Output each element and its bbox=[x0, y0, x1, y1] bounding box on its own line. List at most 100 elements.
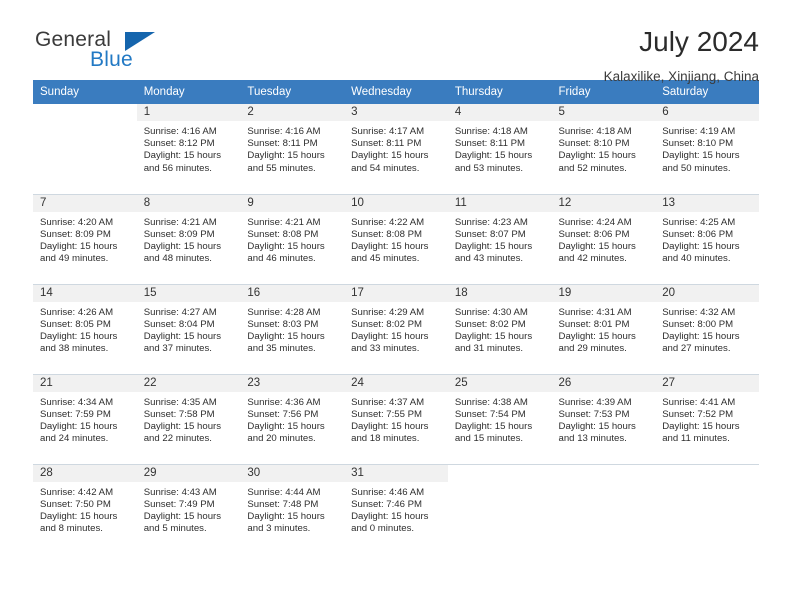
day-cell[interactable]: 6 Sunrise: 4:19 AM Sunset: 8:10 PM Dayli… bbox=[655, 104, 759, 195]
day-cell[interactable]: 16 Sunrise: 4:28 AM Sunset: 8:03 PM Dayl… bbox=[240, 284, 345, 375]
day-cell[interactable]: 31 Sunrise: 4:46 AM Sunset: 7:46 PM Dayl… bbox=[344, 464, 448, 554]
day-cell[interactable]: 24 Sunrise: 4:37 AM Sunset: 7:55 PM Dayl… bbox=[344, 374, 448, 465]
day-cell[interactable]: 10 Sunrise: 4:22 AM Sunset: 8:08 PM Dayl… bbox=[344, 194, 448, 285]
day-number: 17 bbox=[344, 284, 448, 302]
day-cell[interactable]: 20 Sunrise: 4:32 AM Sunset: 8:00 PM Dayl… bbox=[655, 284, 759, 375]
page-header: General Blue July 2024 Kalaxilike, Xinji… bbox=[33, 0, 759, 84]
day-info: Sunrise: 4:16 AM Sunset: 8:12 PM Dayligh… bbox=[137, 121, 241, 175]
day-number: 28 bbox=[33, 464, 137, 482]
daylight-text: Daylight: 15 hours and 48 minutes. bbox=[143, 240, 222, 265]
day-number: 23 bbox=[240, 374, 345, 392]
day-cell[interactable]: 1 Sunrise: 4:16 AM Sunset: 8:12 PM Dayli… bbox=[136, 104, 241, 195]
day-cell[interactable]: 22 Sunrise: 4:35 AM Sunset: 7:58 PM Dayl… bbox=[136, 374, 241, 465]
sunset-text: Sunset: 7:50 PM bbox=[40, 498, 111, 510]
day-cell[interactable]: 29 Sunrise: 4:43 AM Sunset: 7:49 PM Dayl… bbox=[136, 464, 241, 554]
sunrise-sunset-calendar: Sunday Monday Tuesday Wednesday Thursday… bbox=[33, 80, 759, 554]
day-cell[interactable]: 4 Sunrise: 4:18 AM Sunset: 8:11 PM Dayli… bbox=[447, 104, 552, 195]
day-cell[interactable]: 17 Sunrise: 4:29 AM Sunset: 8:02 PM Dayl… bbox=[344, 284, 448, 375]
sunrise-text: Sunrise: 4:19 AM bbox=[662, 126, 736, 137]
sunset-text: Sunset: 8:06 PM bbox=[558, 228, 630, 240]
sunset-text: Sunset: 8:08 PM bbox=[351, 228, 423, 240]
sunrise-text: Sunrise: 4:29 AM bbox=[351, 306, 425, 318]
day-info: Sunrise: 4:42 AM Sunset: 7:50 PM Dayligh… bbox=[33, 482, 137, 536]
calendar-body: 1 Sunrise: 4:16 AM Sunset: 8:12 PM Dayli… bbox=[33, 104, 759, 554]
sunrise-text: Sunrise: 4:36 AM bbox=[247, 396, 321, 408]
daylight-text: Daylight: 15 hours and 8 minutes. bbox=[40, 510, 118, 535]
day-cell[interactable]: 21 Sunrise: 4:34 AM Sunset: 7:59 PM Dayl… bbox=[33, 374, 137, 465]
sunset-text: Sunset: 8:11 PM bbox=[454, 138, 526, 150]
daylight-text: Daylight: 15 hours and 15 minutes. bbox=[454, 420, 533, 445]
day-number: 5 bbox=[551, 104, 656, 121]
daylight-text: Daylight: 15 hours and 56 minutes. bbox=[143, 150, 222, 174]
day-number: 8 bbox=[136, 194, 241, 212]
day-number: 9 bbox=[240, 194, 345, 212]
day-cell[interactable]: 8 Sunrise: 4:21 AM Sunset: 8:09 PM Dayli… bbox=[136, 194, 241, 285]
daylight-text: Daylight: 15 hours and 42 minutes. bbox=[558, 240, 636, 265]
day-info: Sunrise: 4:16 AM Sunset: 8:11 PM Dayligh… bbox=[240, 121, 344, 175]
day-info: Sunrise: 4:32 AM Sunset: 8:00 PM Dayligh… bbox=[655, 302, 759, 356]
day-info: Sunrise: 4:31 AM Sunset: 8:01 PM Dayligh… bbox=[552, 302, 656, 356]
day-info: Sunrise: 4:46 AM Sunset: 7:46 PM Dayligh… bbox=[344, 482, 448, 536]
daylight-text: Daylight: 15 hours and 0 minutes. bbox=[351, 510, 429, 535]
day-info: Sunrise: 4:36 AM Sunset: 7:56 PM Dayligh… bbox=[240, 392, 344, 446]
day-cell[interactable]: 26 Sunrise: 4:39 AM Sunset: 7:53 PM Dayl… bbox=[551, 374, 656, 465]
sunset-text: Sunset: 7:54 PM bbox=[454, 408, 526, 420]
sunrise-text: Sunrise: 4:22 AM bbox=[351, 216, 425, 228]
day-cell[interactable]: 9 Sunrise: 4:21 AM Sunset: 8:08 PM Dayli… bbox=[240, 194, 345, 285]
day-number: 14 bbox=[33, 284, 137, 302]
sunset-text: Sunset: 8:10 PM bbox=[558, 138, 630, 150]
day-info: Sunrise: 4:34 AM Sunset: 7:59 PM Dayligh… bbox=[33, 392, 137, 446]
day-info: Sunrise: 4:29 AM Sunset: 8:02 PM Dayligh… bbox=[344, 302, 448, 356]
sunrise-text: Sunrise: 4:18 AM bbox=[558, 126, 632, 137]
daylight-text: Daylight: 15 hours and 46 minutes. bbox=[247, 240, 325, 265]
logo-text-blue: Blue bbox=[90, 48, 133, 71]
day-cell[interactable]: 15 Sunrise: 4:27 AM Sunset: 8:04 PM Dayl… bbox=[136, 284, 241, 375]
sunrise-text: Sunrise: 4:25 AM bbox=[662, 216, 736, 228]
day-cell[interactable]: 28 Sunrise: 4:42 AM Sunset: 7:50 PM Dayl… bbox=[33, 464, 137, 554]
day-cell[interactable]: 30 Sunrise: 4:44 AM Sunset: 7:48 PM Dayl… bbox=[240, 464, 345, 554]
daylight-text: Daylight: 15 hours and 33 minutes. bbox=[351, 330, 429, 355]
daylight-text: Daylight: 15 hours and 11 minutes. bbox=[662, 420, 740, 445]
day-cell[interactable]: 13 Sunrise: 4:25 AM Sunset: 8:06 PM Dayl… bbox=[655, 194, 759, 285]
sunrise-text: Sunrise: 4:31 AM bbox=[558, 306, 632, 318]
day-cell[interactable]: 12 Sunrise: 4:24 AM Sunset: 8:06 PM Dayl… bbox=[551, 194, 656, 285]
daylight-text: Daylight: 15 hours and 22 minutes. bbox=[143, 420, 222, 445]
day-cell[interactable]: 5 Sunrise: 4:18 AM Sunset: 8:10 PM Dayli… bbox=[551, 104, 656, 195]
day-number: 6 bbox=[655, 104, 759, 121]
day-info: Sunrise: 4:18 AM Sunset: 8:10 PM Dayligh… bbox=[552, 121, 656, 175]
day-cell[interactable]: 27 Sunrise: 4:41 AM Sunset: 7:52 PM Dayl… bbox=[655, 374, 759, 465]
day-cell[interactable]: 19 Sunrise: 4:31 AM Sunset: 8:01 PM Dayl… bbox=[551, 284, 656, 375]
day-cell[interactable]: 2 Sunrise: 4:16 AM Sunset: 8:11 PM Dayli… bbox=[240, 104, 345, 195]
day-number: 26 bbox=[551, 374, 656, 392]
day-cell[interactable]: 3 Sunrise: 4:17 AM Sunset: 8:11 PM Dayli… bbox=[344, 104, 448, 195]
day-number: 16 bbox=[240, 284, 345, 302]
day-cell[interactable]: 23 Sunrise: 4:36 AM Sunset: 7:56 PM Dayl… bbox=[240, 374, 345, 465]
day-info: Sunrise: 4:43 AM Sunset: 7:49 PM Dayligh… bbox=[137, 482, 241, 536]
sunrise-text: Sunrise: 4:26 AM bbox=[40, 306, 114, 318]
day-number bbox=[551, 464, 656, 482]
sunset-text: Sunset: 8:06 PM bbox=[662, 228, 734, 240]
day-info: Sunrise: 4:22 AM Sunset: 8:08 PM Dayligh… bbox=[344, 212, 448, 266]
day-cell[interactable]: 11 Sunrise: 4:23 AM Sunset: 8:07 PM Dayl… bbox=[447, 194, 552, 285]
sunset-text: Sunset: 7:56 PM bbox=[247, 408, 319, 420]
daylight-text: Daylight: 15 hours and 54 minutes. bbox=[351, 150, 429, 174]
day-number: 4 bbox=[447, 104, 552, 121]
day-number bbox=[655, 464, 759, 482]
day-info: Sunrise: 4:21 AM Sunset: 8:09 PM Dayligh… bbox=[137, 212, 241, 266]
title-block: July 2024 Kalaxilike, Xinjiang, China bbox=[604, 26, 759, 84]
sunset-text: Sunset: 8:11 PM bbox=[247, 138, 318, 150]
general-blue-logo[interactable]: General Blue bbox=[33, 27, 163, 79]
day-cell[interactable]: 7 Sunrise: 4:20 AM Sunset: 8:09 PM Dayli… bbox=[33, 194, 137, 285]
sunset-text: Sunset: 7:58 PM bbox=[143, 408, 215, 420]
daylight-text: Daylight: 15 hours and 38 minutes. bbox=[40, 330, 118, 355]
day-cell[interactable]: 14 Sunrise: 4:26 AM Sunset: 8:05 PM Dayl… bbox=[33, 284, 137, 375]
sunrise-text: Sunrise: 4:32 AM bbox=[662, 306, 736, 318]
day-info: Sunrise: 4:30 AM Sunset: 8:02 PM Dayligh… bbox=[448, 302, 552, 356]
day-cell[interactable]: 18 Sunrise: 4:30 AM Sunset: 8:02 PM Dayl… bbox=[447, 284, 552, 375]
sunrise-text: Sunrise: 4:34 AM bbox=[40, 396, 114, 408]
week-row: 7 Sunrise: 4:20 AM Sunset: 8:09 PM Dayli… bbox=[33, 194, 759, 285]
week-row: 28 Sunrise: 4:42 AM Sunset: 7:50 PM Dayl… bbox=[33, 464, 759, 554]
sunset-text: Sunset: 7:53 PM bbox=[558, 408, 630, 420]
day-cell[interactable]: 25 Sunrise: 4:38 AM Sunset: 7:54 PM Dayl… bbox=[447, 374, 552, 465]
day-info: Sunrise: 4:25 AM Sunset: 8:06 PM Dayligh… bbox=[655, 212, 759, 266]
